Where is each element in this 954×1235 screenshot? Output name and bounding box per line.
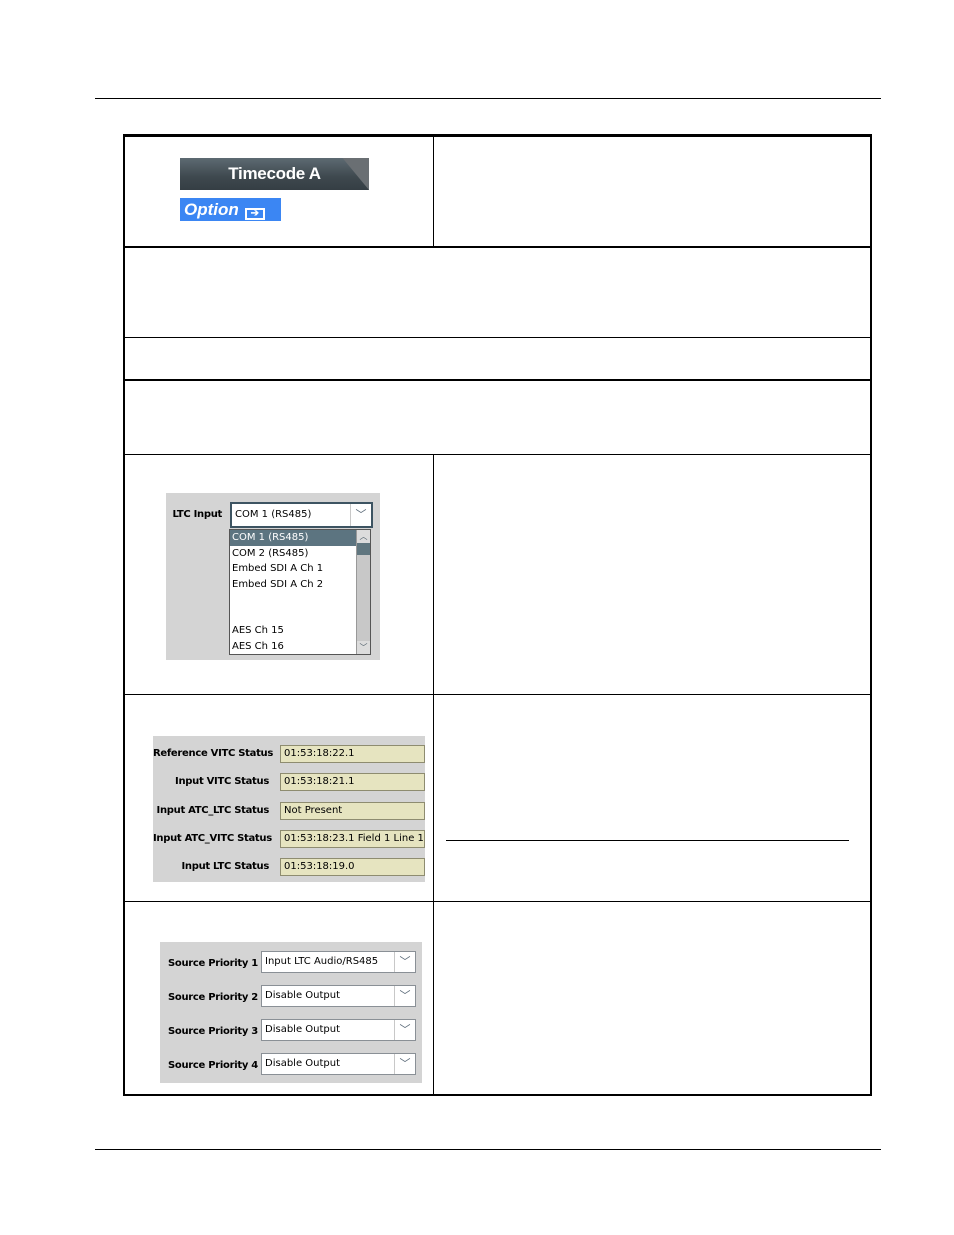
table-row-description <box>125 248 870 338</box>
input-atc-vitc-status-field: 01:53:18:23.1 Field 1 Line 13, <box>280 830 425 848</box>
chevron-down-icon[interactable]: ﹀ <box>394 986 415 1006</box>
priority-value: Input LTC Audio/RS485 <box>265 956 379 967</box>
status-label: Input ATC_LTC Status <box>156 805 270 816</box>
footer-rule <box>95 1149 881 1150</box>
input-ltc-status-field: 01:53:18:19.0 <box>280 858 425 876</box>
table-row-note <box>125 338 870 381</box>
cell-ltc-description <box>434 455 870 694</box>
priority-value: Disable Output <box>265 1024 341 1035</box>
list-item[interactable]: Embed SDI A Ch 2 <box>230 577 370 593</box>
list-item[interactable] <box>230 608 370 624</box>
option-badge[interactable]: Option ➔ <box>180 198 281 221</box>
list-item[interactable]: COM 2 (RS485) <box>230 546 370 562</box>
ltc-input-value: COM 1 (RS485) <box>235 509 312 520</box>
note-divider <box>446 840 849 841</box>
ltc-input-label: LTC Input <box>172 509 222 520</box>
status-label: Input LTC Status <box>181 861 269 872</box>
cell-tab-description <box>434 137 870 246</box>
scrollbar-thumb[interactable] <box>357 543 370 555</box>
source-priority-1-select[interactable]: Input LTC Audio/RS485 ﹀ <box>261 951 416 973</box>
status-label: Input VITC Status <box>175 776 269 787</box>
chevron-down-icon[interactable]: ﹀ <box>394 1020 415 1040</box>
function-table: Timecode A Option ➔ LTC Input COM 1 (RS48… <box>123 134 872 1096</box>
priority-label: Source Priority 4 <box>168 1060 258 1071</box>
chevron-down-icon[interactable]: ﹀ <box>394 952 415 972</box>
cell-priority-description <box>434 902 870 1096</box>
source-priority-3-select[interactable]: Disable Output ﹀ <box>261 1019 416 1041</box>
chevron-down-icon[interactable]: ﹀ <box>350 504 371 526</box>
priority-value: Disable Output <box>265 1058 341 1069</box>
list-item[interactable] <box>230 592 370 608</box>
ltc-input-select[interactable]: COM 1 (RS485) ﹀ <box>230 502 373 528</box>
status-label: Input ATC_VITC Status <box>153 833 272 844</box>
ltc-input-dropdown-list[interactable]: COM 1 (RS485) COM 2 (RS485) Embed SDI A … <box>229 529 371 655</box>
list-item[interactable]: AES Ch 15 <box>230 623 370 639</box>
ltc-input-panel: LTC Input COM 1 (RS485) ﹀ COM 1 (RS485) … <box>166 493 380 660</box>
dropdown-scrollbar[interactable]: ︿ ﹀ <box>356 530 370 654</box>
cell-priority-panel: Source Priority 1 Input LTC Audio/RS485 … <box>125 902 434 1096</box>
status-label: Reference VITC Status <box>153 748 274 759</box>
cell-status-description <box>434 695 870 901</box>
header-rule <box>95 98 881 99</box>
list-item[interactable]: Embed SDI A Ch 1 <box>230 561 370 577</box>
source-priority-4-select[interactable]: Disable Output ﹀ <box>261 1053 416 1075</box>
cell-status-panel: Reference VITC Status 01:53:18:22.1 Inpu… <box>125 695 434 901</box>
priority-label: Source Priority 3 <box>168 1026 258 1037</box>
table-row-status: Reference VITC Status 01:53:18:22.1 Inpu… <box>125 695 870 902</box>
scroll-up-icon[interactable]: ︿ <box>357 530 370 543</box>
chevron-down-icon[interactable]: ﹀ <box>394 1054 415 1074</box>
cell-tab-image: Timecode A Option ➔ <box>125 137 434 246</box>
cell-ltc-panel: LTC Input COM 1 (RS485) ﹀ COM 1 (RS485) … <box>125 455 434 694</box>
export-arrow-icon: ➔ <box>244 208 265 220</box>
source-priority-2-select[interactable]: Disable Output ﹀ <box>261 985 416 1007</box>
priority-label: Source Priority 1 <box>168 958 258 969</box>
input-atc-ltc-status-field: Not Present <box>280 802 425 820</box>
timecode-status-panel: Reference VITC Status 01:53:18:22.1 Inpu… <box>153 736 425 882</box>
table-row-source-priority: Source Priority 1 Input LTC Audio/RS485 … <box>125 902 870 1096</box>
priority-value: Disable Output <box>265 990 341 1001</box>
tab-timecode-a[interactable]: Timecode A <box>180 158 369 190</box>
input-vitc-status-field: 01:53:18:21.1 <box>280 773 425 791</box>
list-item[interactable]: AES Ch 16 <box>230 639 370 655</box>
priority-label: Source Priority 2 <box>168 992 258 1003</box>
option-label: Option <box>184 200 239 219</box>
reference-vitc-status-field: 01:53:18:22.1 <box>280 745 425 763</box>
source-priority-panel: Source Priority 1 Input LTC Audio/RS485 … <box>160 942 422 1083</box>
scroll-down-icon[interactable]: ﹀ <box>357 641 370 654</box>
list-item[interactable]: COM 1 (RS485) <box>230 530 370 546</box>
table-row-header: Timecode A Option ➔ <box>125 137 870 248</box>
table-row-ltc-input: LTC Input COM 1 (RS485) ﹀ COM 1 (RS485) … <box>125 455 870 695</box>
table-row-intro <box>125 381 870 455</box>
